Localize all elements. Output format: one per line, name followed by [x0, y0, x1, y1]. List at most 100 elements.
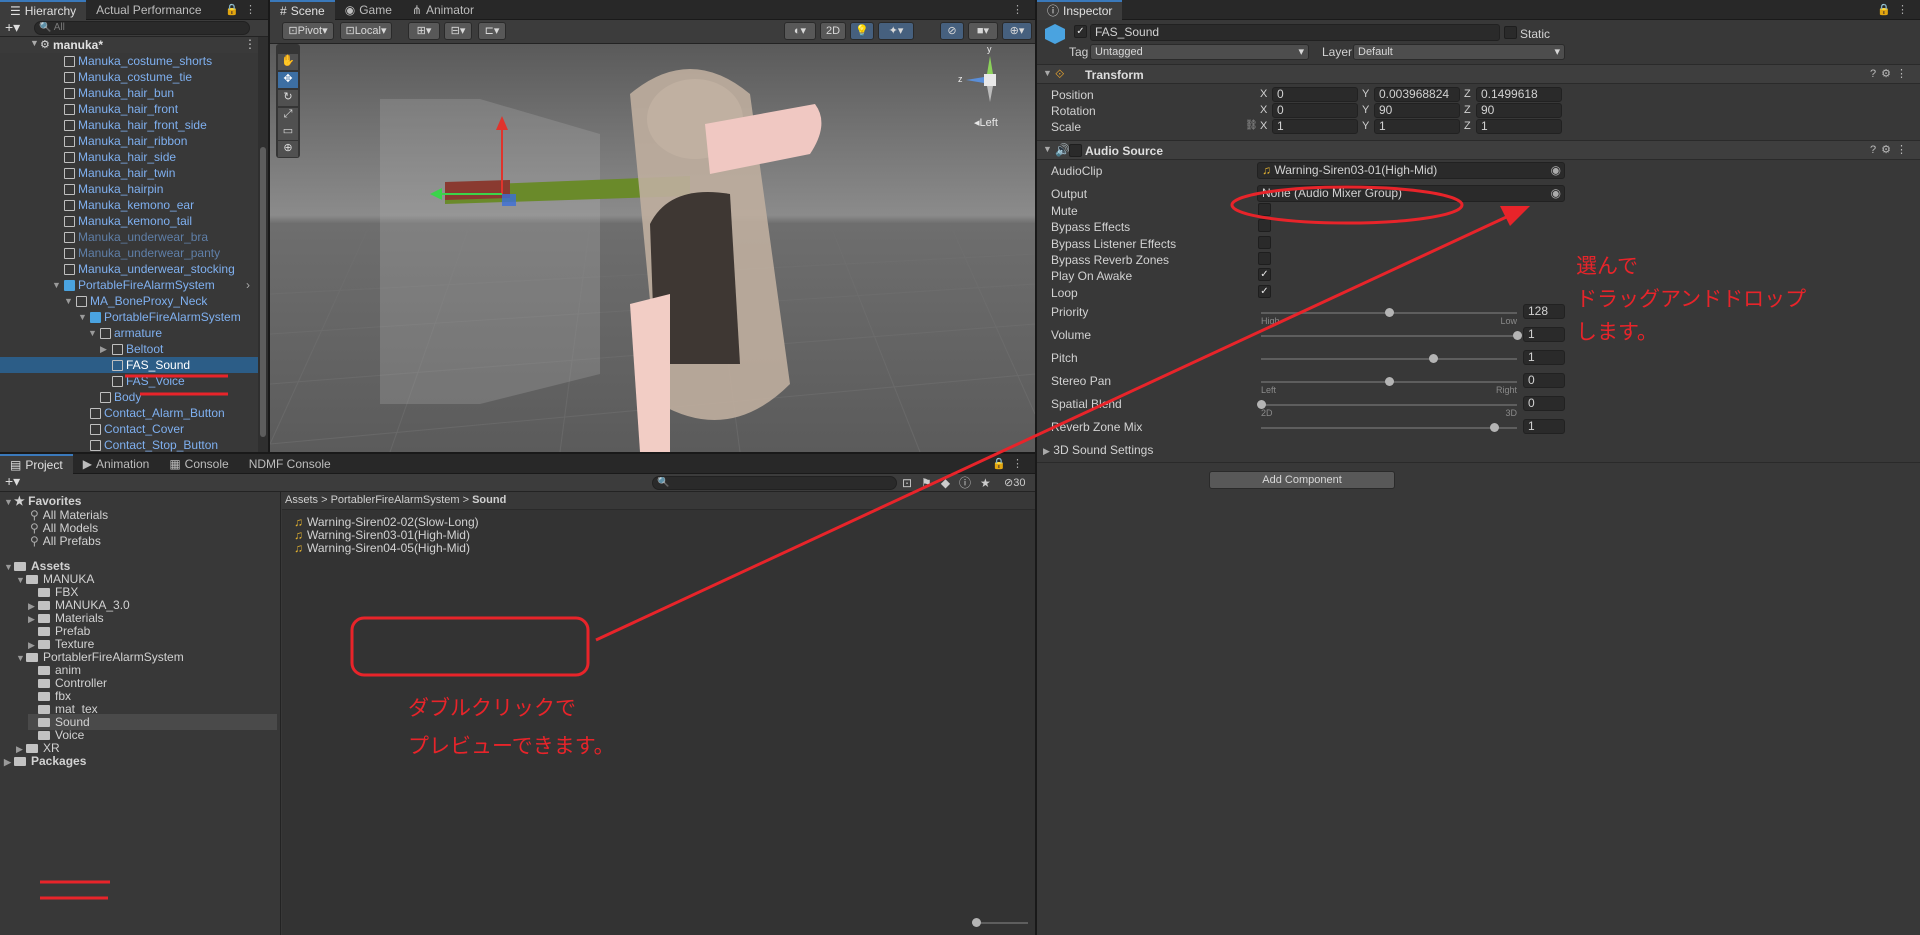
- add-component-button[interactable]: Add Component: [1209, 471, 1395, 489]
- slider-track[interactable]: [1261, 308, 1517, 317]
- slider-value-field[interactable]: 1: [1523, 419, 1565, 434]
- expand-arrow-icon[interactable]: ▼: [16, 572, 26, 588]
- hierarchy-item[interactable]: ▼ PortableFireAlarmSystem: [0, 309, 258, 325]
- hierarchy-item[interactable]: Manuka_hair_front_side: [0, 117, 258, 133]
- hierarchy-item[interactable]: ▼ PortableFireAlarmSystem ›: [0, 277, 258, 293]
- hierarchy-item[interactable]: FAS_Voice: [0, 373, 258, 389]
- slider-track[interactable]: [1261, 423, 1517, 432]
- expand-arrow-icon[interactable]: ▶: [100, 341, 110, 357]
- transform-y-field[interactable]: 1: [1374, 119, 1460, 134]
- tab-animator[interactable]: ⋔ Animator: [402, 0, 484, 20]
- transform-tool-icon[interactable]: ⊕: [278, 141, 298, 157]
- favorite-item[interactable]: ⚲ All Prefabs: [30, 533, 101, 549]
- hierarchy-root-row[interactable]: ▼ ⚙ manuka* ⋮: [0, 37, 258, 53]
- lock-icon[interactable]: 🔒⋮: [225, 3, 262, 16]
- component-menu-icons[interactable]: ?⚙⋮: [1870, 143, 1912, 156]
- slider-knob[interactable]: [1428, 354, 1438, 363]
- gizmos-button[interactable]: ⊕▾: [1002, 22, 1032, 40]
- transform-x-field[interactable]: 1: [1272, 119, 1358, 134]
- shading-mode-button[interactable]: ◐▾: [784, 22, 816, 40]
- audio-file-item[interactable]: ♫ Warning-Siren04-05(High-Mid): [294, 540, 470, 556]
- object-picker-icon[interactable]: ◉: [1551, 163, 1561, 178]
- hierarchy-item[interactable]: Manuka_hair_twin: [0, 165, 258, 181]
- slider-value-field[interactable]: 0: [1523, 373, 1565, 388]
- slider-track[interactable]: [1261, 331, 1522, 340]
- hierarchy-item[interactable]: Body: [0, 389, 258, 405]
- active-checkbox[interactable]: ✓: [1074, 25, 1087, 38]
- slider-track[interactable]: [1261, 354, 1517, 363]
- tab-inspector[interactable]: ⓘ Inspector: [1037, 0, 1123, 20]
- local-dropdown[interactable]: ⊡Local▾: [340, 22, 392, 40]
- transform-x-field[interactable]: 0: [1272, 103, 1358, 118]
- slider-track[interactable]: [1261, 377, 1517, 386]
- slider-knob[interactable]: [1385, 308, 1394, 317]
- scene-viewport[interactable]: ✋ ✥ ↻ ⤢ ▭ ⊕ y z ◂Left: [270, 44, 1035, 452]
- audio-source-header[interactable]: ▼ 🔊 Audio Source ?⚙⋮: [1037, 140, 1920, 160]
- hand-tool-icon[interactable]: ✋: [278, 54, 298, 70]
- transform-z-field[interactable]: 1: [1476, 119, 1562, 134]
- slider-value-field[interactable]: 128: [1523, 304, 1565, 319]
- hierarchy-item[interactable]: Contact_Alarm_Button: [0, 405, 258, 421]
- hierarchy-item[interactable]: Manuka_hair_side: [0, 149, 258, 165]
- tab-animation[interactable]: ▶ Animation: [73, 454, 160, 474]
- tab-game[interactable]: ◉ Game: [335, 0, 402, 20]
- lock-icon[interactable]: 🔒⋮: [1877, 3, 1914, 16]
- hierarchy-search-input[interactable]: 🔍 All: [34, 21, 250, 35]
- tab-hierarchy[interactable]: ☰ Hierarchy: [0, 0, 87, 20]
- component-menu-icons[interactable]: ?⚙⋮: [1870, 67, 1912, 80]
- transform-header[interactable]: ▼ ⟐ Transform ?⚙⋮: [1037, 64, 1920, 84]
- hierarchy-item[interactable]: Manuka_hairpin: [0, 181, 258, 197]
- hierarchy-item[interactable]: ▶ Beltoot: [0, 341, 258, 357]
- expand-arrow-icon[interactable]: ▶: [4, 754, 14, 770]
- tab-scene[interactable]: # Scene: [270, 0, 335, 20]
- hierarchy-item[interactable]: ▼ armature: [0, 325, 258, 341]
- grid-snap-button[interactable]: ⊞▾: [408, 22, 440, 40]
- slider-value-field[interactable]: 1: [1523, 327, 1565, 342]
- breadcrumb-assets[interactable]: Assets: [285, 494, 318, 506]
- toggle-2d-button[interactable]: 2D: [820, 22, 846, 40]
- toggle-checkbox[interactable]: [1258, 251, 1271, 265]
- expand-arrow-icon[interactable]: ▼: [78, 309, 88, 325]
- expand-arrow-icon[interactable]: ▼: [16, 650, 26, 666]
- hierarchy-item[interactable]: Manuka_kemono_ear: [0, 197, 258, 213]
- hierarchy-item[interactable]: Manuka_hair_bun: [0, 85, 258, 101]
- hierarchy-item[interactable]: Manuka_hair_front: [0, 101, 258, 117]
- expand-arrow-icon[interactable]: ▼: [64, 293, 74, 309]
- transform-z-field[interactable]: 0.1499618: [1476, 87, 1562, 102]
- pivot-dropdown[interactable]: ⊡Pivot▾: [282, 22, 334, 40]
- camera-settings-icon[interactable]: ■▾: [968, 22, 998, 40]
- rotate-tool-icon[interactable]: ↻: [278, 90, 298, 106]
- toggle-checkbox[interactable]: [1258, 219, 1271, 233]
- hierarchy-item[interactable]: Manuka_kemono_tail: [0, 213, 258, 229]
- tab-console[interactable]: ▦ Console: [159, 454, 238, 474]
- collapse-arrow-icon[interactable]: ▼: [1043, 144, 1052, 154]
- breadcrumb-sound[interactable]: Sound: [472, 494, 506, 506]
- snap-increment-button[interactable]: ⊟▾: [444, 22, 472, 40]
- chevron-right-icon[interactable]: ›: [246, 277, 250, 293]
- tree-item[interactable]: ▶ Packages: [4, 753, 277, 769]
- hierarchy-item[interactable]: ▼ MA_BoneProxy_Neck: [0, 293, 258, 309]
- slider-knob[interactable]: [1489, 423, 1499, 432]
- fx-toggle-icon[interactable]: ✦▾: [878, 22, 914, 40]
- toggle-checkbox[interactable]: [1258, 235, 1271, 249]
- tab-project[interactable]: ▤ Project: [0, 454, 73, 474]
- collapse-arrow-icon[interactable]: ▼: [1043, 68, 1052, 78]
- hierarchy-item[interactable]: Contact_Stop_Button: [0, 437, 258, 452]
- toggle-checkbox[interactable]: ✓: [1258, 284, 1271, 298]
- link-icon[interactable]: ⛓: [1245, 120, 1258, 131]
- audioclip-field[interactable]: ♫ Warning-Siren03-01(High-Mid) ◉: [1257, 162, 1565, 179]
- slider-value-field[interactable]: 0: [1523, 396, 1565, 411]
- hierarchy-scrollbar[interactable]: [258, 37, 268, 452]
- object-name-field[interactable]: FAS_Sound: [1090, 24, 1500, 41]
- orientation-gizmo[interactable]: y z: [958, 44, 1020, 110]
- tag-dropdown[interactable]: Untagged ▾: [1090, 44, 1309, 60]
- hierarchy-item[interactable]: Manuka_underwear_stocking: [0, 261, 258, 277]
- breadcrumb-folder[interactable]: PortablerFireAlarmSystem: [331, 494, 460, 506]
- expand-arrow-icon[interactable]: ▼: [52, 277, 62, 293]
- tab-actual-performance[interactable]: Actual Performance: [86, 0, 211, 20]
- layer-dropdown[interactable]: Default ▾: [1353, 44, 1565, 60]
- transform-y-field[interactable]: 0.003968824: [1374, 87, 1460, 102]
- hierarchy-item[interactable]: Manuka_underwear_panty: [0, 245, 258, 261]
- filter-icons[interactable]: ⊡⚑◆ⓘ★: [902, 474, 1000, 491]
- ruler-button[interactable]: ⊏▾: [478, 22, 506, 40]
